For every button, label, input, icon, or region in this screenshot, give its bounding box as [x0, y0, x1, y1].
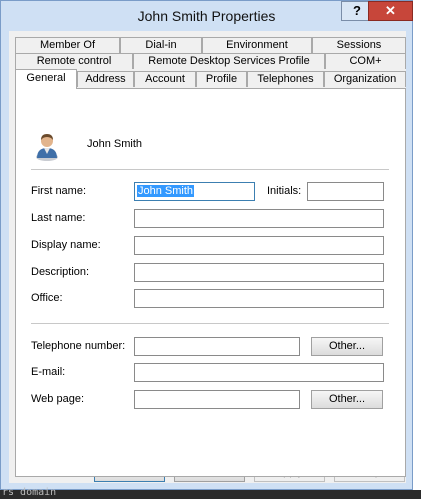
separator — [31, 169, 389, 170]
description-label: Description: — [31, 266, 90, 278]
tab-sessions[interactable]: Sessions — [312, 37, 406, 53]
close-button[interactable]: ✕ — [368, 1, 413, 21]
first-name-value: John Smith — [137, 185, 195, 197]
tab-member-of[interactable]: Member Of — [15, 37, 120, 53]
display-name-label: Display name: — [31, 239, 101, 251]
office-label: Office: — [31, 292, 63, 304]
dialog-client-area: Member Of Dial-in Environment Sessions R… — [9, 31, 406, 483]
properties-dialog: John Smith Properties ? ✕ Member Of Dial… — [0, 0, 413, 490]
user-icon — [36, 134, 58, 161]
tab-dial-in[interactable]: Dial-in — [120, 37, 202, 53]
background-console-text: rs domain — [2, 487, 57, 498]
email-label: E-mail: — [31, 366, 66, 378]
tab-organization[interactable]: Organization — [324, 71, 406, 87]
webpage-label: Web page: — [31, 393, 85, 405]
title-bar: John Smith Properties ? ✕ — [1, 1, 413, 31]
first-name-field[interactable]: John Smith — [134, 182, 255, 201]
tab-com-plus[interactable]: COM+ — [325, 53, 406, 69]
telephone-field[interactable] — [134, 337, 300, 356]
tab-remote-desktop-services-profile[interactable]: Remote Desktop Services Profile — [133, 53, 325, 69]
tab-account[interactable]: Account — [134, 71, 196, 87]
email-field[interactable] — [134, 363, 384, 382]
tab-environment[interactable]: Environment — [202, 37, 312, 53]
office-field[interactable] — [134, 289, 384, 308]
webpage-field[interactable] — [134, 390, 300, 409]
tab-telephones[interactable]: Telephones — [247, 71, 324, 87]
tab-remote-control[interactable]: Remote control — [15, 53, 133, 69]
background-window-edge — [413, 0, 421, 490]
initials-label: Initials: — [267, 185, 302, 197]
user-display-name: John Smith — [87, 138, 143, 150]
last-name-field[interactable] — [134, 209, 384, 228]
first-name-label: First name: — [31, 185, 87, 197]
initials-field[interactable] — [307, 182, 384, 201]
telephone-label: Telephone number: — [31, 340, 126, 352]
webpage-other-button[interactable]: Other... — [311, 390, 383, 409]
general-tab-panel: John Smith First name: John Smith Initia… — [15, 88, 406, 477]
description-field[interactable] — [134, 263, 384, 282]
background-console: rs domain — [0, 487, 421, 499]
tab-address[interactable]: Address — [77, 71, 134, 87]
tab-general[interactable]: General — [15, 69, 77, 89]
separator — [31, 323, 389, 324]
telephone-other-button[interactable]: Other... — [311, 337, 383, 356]
tab-profile[interactable]: Profile — [196, 71, 247, 87]
last-name-label: Last name: — [31, 212, 86, 224]
display-name-field[interactable] — [134, 236, 384, 255]
